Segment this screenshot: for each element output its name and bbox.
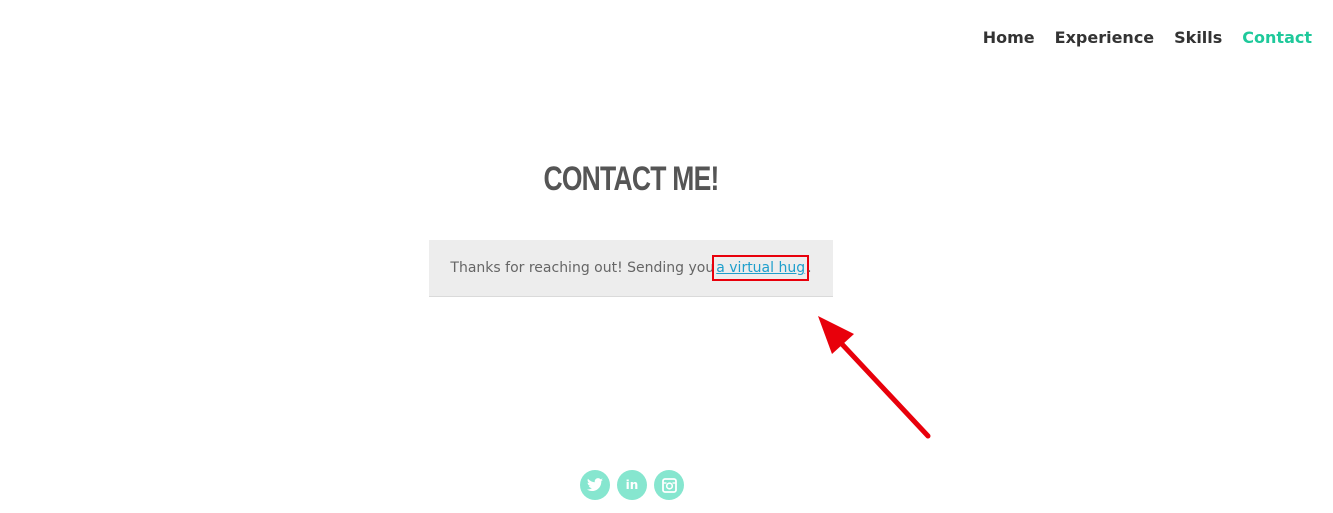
page: Home Experience Skills Contact CONTACT M… xyxy=(0,0,1333,513)
annotation-arrow-icon xyxy=(818,316,931,439)
linkedin-icon: in xyxy=(625,478,639,492)
nav-contact[interactable]: Contact xyxy=(1242,28,1312,47)
linkedin-button[interactable]: in xyxy=(617,470,647,500)
virtual-hug-link[interactable]: a virtual hug xyxy=(716,260,805,276)
social-links: in xyxy=(580,470,684,500)
instagram-icon xyxy=(661,477,677,493)
nav-experience[interactable]: Experience xyxy=(1055,28,1155,47)
message-period: . xyxy=(807,260,812,276)
instagram-button[interactable] xyxy=(654,470,684,500)
page-title: CONTACT ME! xyxy=(543,160,719,198)
confirmation-message: Thanks for reaching out! Sending you a vi… xyxy=(429,240,833,297)
twitter-button[interactable] xyxy=(580,470,610,500)
message-text: Thanks for reaching out! Sending you xyxy=(450,260,715,276)
nav-home[interactable]: Home xyxy=(983,28,1035,47)
twitter-icon xyxy=(587,478,603,491)
highlight-box: a virtual hug xyxy=(712,255,810,281)
top-nav: Home Experience Skills Contact xyxy=(983,28,1312,47)
nav-skills[interactable]: Skills xyxy=(1174,28,1222,47)
